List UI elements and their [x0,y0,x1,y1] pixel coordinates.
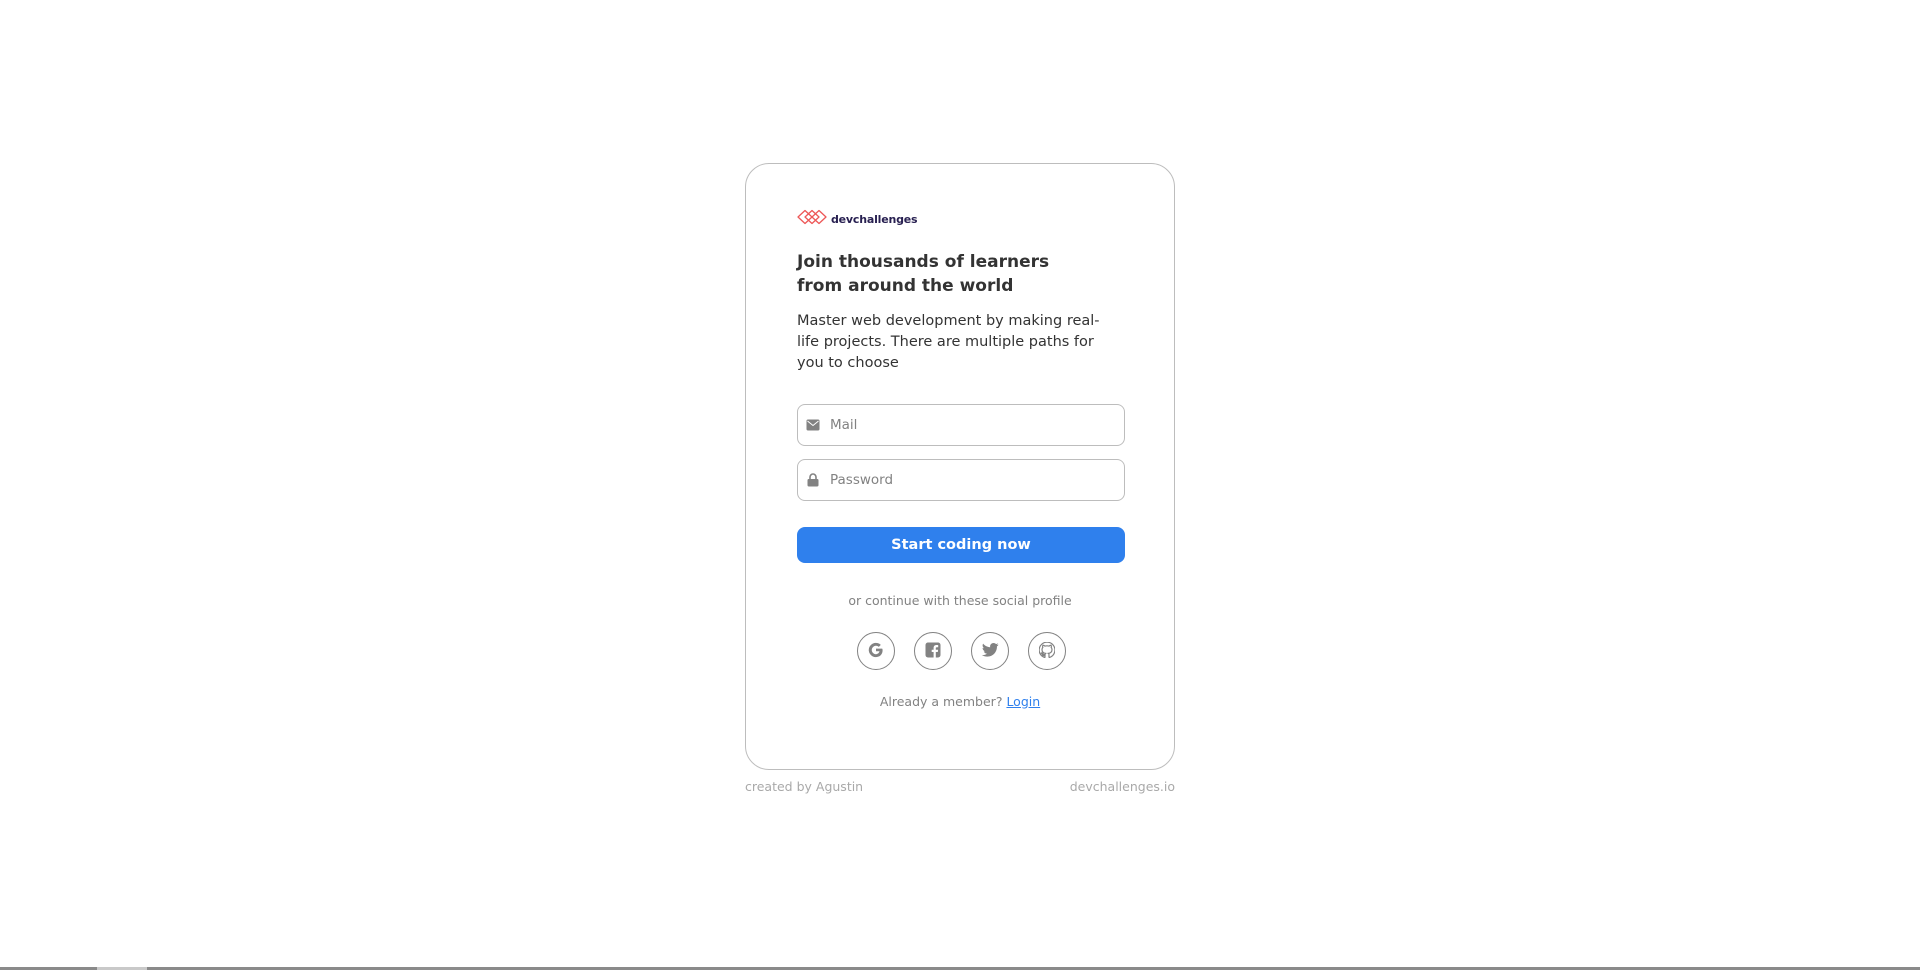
site-name: devchallenges.io [1069,779,1175,794]
page-description: Master web development by making real-li… [797,313,1100,371]
github-icon [1038,641,1056,661]
author-credit: created by Agustin [745,779,864,794]
twitter-login-button[interactable] [971,632,1009,670]
page-title: Join thousands of learners from around t… [797,252,1050,296]
brand-logo: devchallenges [797,209,918,229]
email-field[interactable] [797,404,1125,446]
google-icon [867,641,885,662]
mail-icon [806,418,820,432]
devchallenges-logo-icon [797,209,827,229]
page-footer: created by Agustin devchallenges.io [745,779,1175,794]
password-field[interactable] [797,459,1125,501]
github-login-button[interactable] [1028,632,1066,670]
password-input[interactable] [830,460,1124,500]
lock-icon [806,473,820,487]
email-input[interactable] [830,405,1124,445]
google-login-button[interactable] [857,632,895,670]
member-question: Already a member? [879,694,1003,709]
register-card: devchallenges Join thousands of learners… [745,163,1175,770]
brand-name: devchallenges [831,212,918,226]
facebook-login-button[interactable] [914,632,952,670]
login-prompt: Already a member? Login [746,694,1174,709]
social-prompt: or continue with these social profile [848,593,1072,608]
start-coding-button[interactable]: Start coding now [797,527,1125,563]
twitter-icon [981,642,999,660]
facebook-icon [925,642,941,661]
login-link[interactable]: Login [1006,694,1040,709]
social-login-group [857,632,1066,670]
